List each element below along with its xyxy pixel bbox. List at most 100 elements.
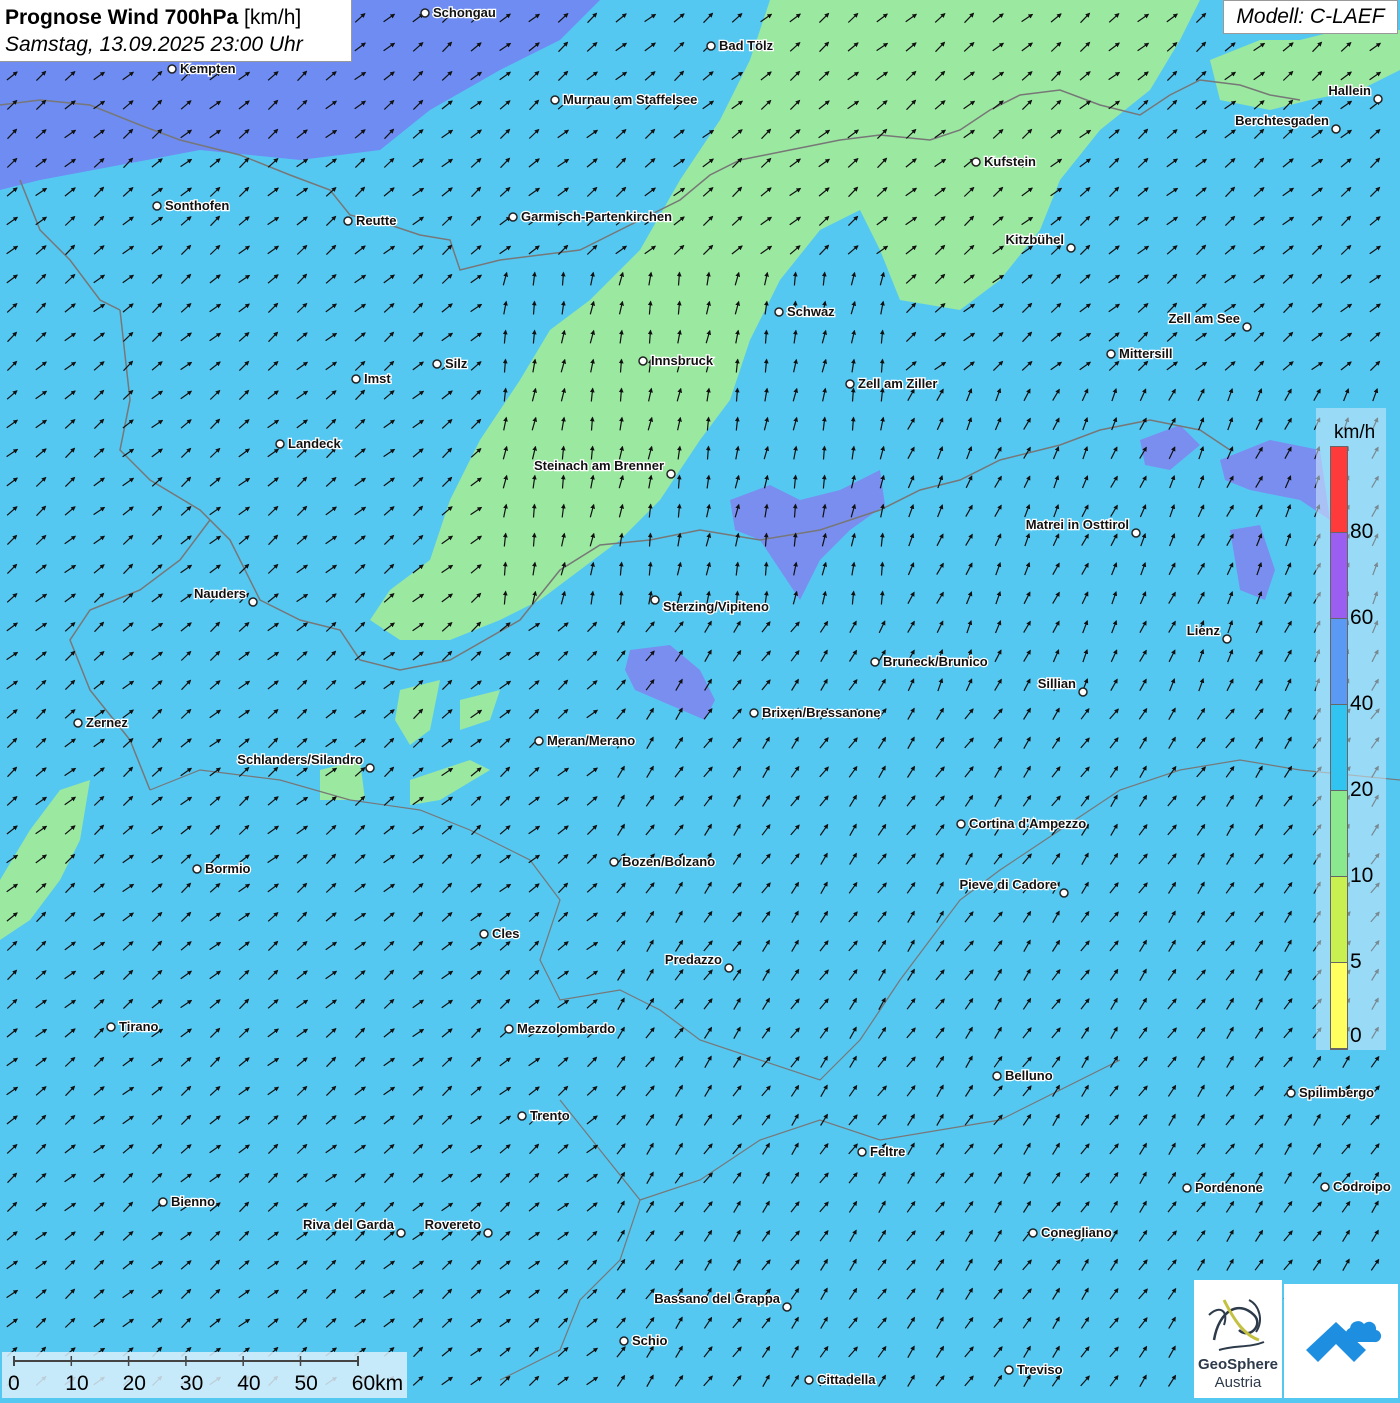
city-dot <box>857 1147 867 1157</box>
city-label: Cortina d'Ampezzo <box>969 816 1086 831</box>
city-label: Feltre <box>870 1144 905 1159</box>
city-dot <box>351 374 361 384</box>
city-dot <box>1028 1228 1038 1238</box>
city-dot <box>706 41 716 51</box>
cloud-arrow-icon <box>1306 1321 1382 1362</box>
city-label: Nauders <box>194 586 246 601</box>
city-label: Innsbruck <box>651 353 714 368</box>
legend-tick-label: 0 <box>1350 1024 1362 1047</box>
city-dot <box>804 1375 814 1385</box>
legend-tick-label: 5 <box>1350 950 1362 973</box>
city-label: Mittersill <box>1119 346 1172 361</box>
city-dot <box>167 64 177 74</box>
city-label: Trento <box>530 1108 570 1123</box>
city-label: Cittadella <box>817 1372 876 1387</box>
city-label: Kufstein <box>984 154 1036 169</box>
title-box: Prognose Wind 700hPa [km/h] Samstag, 13.… <box>0 0 352 62</box>
city-marker: Garmisch-Partenkirchen <box>508 208 673 225</box>
city-dot <box>1182 1183 1192 1193</box>
city-dot <box>504 1024 514 1034</box>
scalebar-label: 10 <box>65 1372 89 1395</box>
city-marker: Mezzolombardo <box>504 1020 617 1037</box>
city-marker: Brixen/Bressanone <box>749 704 882 721</box>
city-label: Matrei in Osttirol <box>1026 517 1129 532</box>
city-dot <box>275 439 285 449</box>
city-label: Sonthofen <box>165 198 229 213</box>
scalebar-label: 20 <box>122 1372 146 1395</box>
scalebar-panel <box>2 1352 407 1398</box>
legend-unit: km/h <box>1334 422 1376 443</box>
city-marker: Cortina d'Ampezzo <box>956 815 1088 832</box>
city-dot <box>479 929 489 939</box>
city-label: Bienno <box>171 1194 215 1209</box>
city-dot <box>508 212 518 222</box>
legend-colorbar <box>1330 446 1348 1050</box>
city-dot <box>956 819 966 829</box>
city-label: Belluno <box>1005 1068 1053 1083</box>
map-title-unit: [km/h] <box>238 6 302 29</box>
city-dot <box>1242 322 1252 332</box>
weather-app-logo <box>1284 1284 1398 1398</box>
city-marker: Innsbruck <box>638 352 715 369</box>
city-label: Landeck <box>288 436 342 451</box>
city-dot <box>517 1111 527 1121</box>
city-dot <box>774 307 784 317</box>
map-subtitle: Samstag, 13.09.2025 23:00 Uhr <box>5 33 303 56</box>
city-dot <box>638 356 648 366</box>
city-label: Pordenone <box>1195 1180 1263 1195</box>
city-label: Codroipo <box>1333 1179 1391 1194</box>
city-label: Bassano del Grappa <box>654 1291 780 1306</box>
city-dot <box>396 1228 406 1238</box>
city-dot <box>749 708 759 718</box>
city-dot <box>158 1197 168 1207</box>
scalebar-label: 50 <box>294 1372 318 1395</box>
legend-color-segment <box>1331 533 1347 619</box>
legend-color-segment <box>1331 705 1347 791</box>
city-dot <box>870 657 880 667</box>
city-label: Reutte <box>356 213 396 228</box>
geosphere-logo-subtext: Austria <box>1214 1374 1262 1391</box>
scalebar-label: 30 <box>179 1372 204 1395</box>
city-label: Imst <box>364 371 391 386</box>
city-dot <box>619 1336 629 1346</box>
legend-tick-label: 10 <box>1350 864 1374 887</box>
city-marker: Sonthofen <box>152 197 231 214</box>
city-dot <box>1078 687 1088 697</box>
city-label: Kitzbühel <box>1006 232 1065 247</box>
city-dot <box>609 857 619 867</box>
legend-color-segment <box>1331 791 1347 877</box>
city-dot <box>248 597 258 607</box>
city-dot <box>1331 124 1341 134</box>
city-label: Schlanders/Silandro <box>237 752 363 767</box>
city-dot <box>1320 1182 1330 1192</box>
legend-color-segment <box>1331 963 1347 1049</box>
city-label: Berchtesgaden <box>1235 113 1329 128</box>
city-label: Rovereto <box>425 1217 481 1232</box>
city-dot <box>1066 243 1076 253</box>
city-label: Conegliano <box>1041 1225 1112 1240</box>
city-dot <box>666 469 676 479</box>
city-marker: Sterzing/Vipiteno <box>650 595 770 615</box>
city-label: Schongau <box>433 5 496 20</box>
city-label: Murnau am Staffelsee <box>563 92 697 107</box>
city-dot <box>782 1302 792 1312</box>
city-dot <box>73 718 83 728</box>
city-label: Kempten <box>180 61 236 76</box>
city-label: Sillian <box>1038 676 1076 691</box>
geosphere-logo-text: GeoSphere <box>1197 1356 1279 1373</box>
city-label: Hallein <box>1328 83 1371 98</box>
city-marker: Pordenone <box>1182 1179 1264 1196</box>
city-dot <box>1059 888 1069 898</box>
city-marker: Bruneck/Brunico <box>870 653 989 670</box>
scalebar-label: 0 <box>8 1372 20 1395</box>
city-marker: Bozen/Bolzano <box>609 853 716 870</box>
map-title: Prognose Wind 700hPa [km/h] <box>5 4 346 31</box>
city-marker: Meran/Merano <box>534 732 636 749</box>
city-label: Zell am Ziller <box>858 376 937 391</box>
scalebar-line <box>13 1356 359 1366</box>
legend-color-segment <box>1331 877 1347 963</box>
city-dot <box>1106 349 1116 359</box>
city-label: Bad Tölz <box>719 38 774 53</box>
city-marker: Spilimbergo <box>1286 1084 1375 1101</box>
city-label: Meran/Merano <box>547 733 635 748</box>
